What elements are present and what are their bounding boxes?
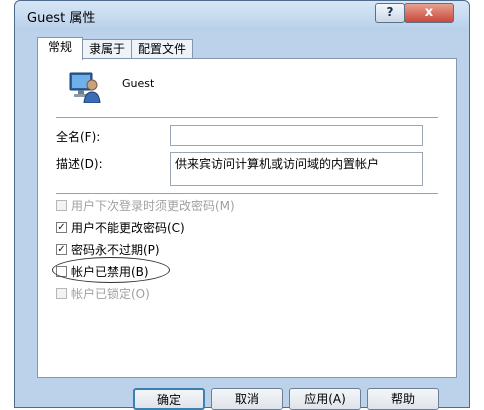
apply-button[interactable]: 应用(A) bbox=[289, 388, 361, 410]
tab-profile[interactable]: 配置文件 bbox=[131, 39, 193, 58]
user-name: Guest bbox=[122, 77, 155, 90]
help-title-button[interactable]: ? bbox=[375, 3, 405, 23]
option-must-change-password[interactable]: 用户下次登录时须更改密码(M) bbox=[56, 197, 235, 213]
divider bbox=[56, 193, 438, 194]
checkbox[interactable] bbox=[56, 287, 67, 299]
option-label: 密码永不过期(P) bbox=[71, 242, 160, 257]
tab-member-of[interactable]: 隶属于 bbox=[82, 39, 132, 58]
close-button[interactable]: x bbox=[404, 3, 454, 23]
checkbox[interactable] bbox=[56, 199, 67, 211]
divider bbox=[56, 117, 438, 118]
option-label: 用户下次登录时须更改密码(M) bbox=[71, 198, 235, 213]
option-label: 帐户已锁定(O) bbox=[71, 286, 150, 301]
fullname-label: 全名(F): bbox=[56, 130, 101, 144]
window-title: Guest 属性 bbox=[27, 11, 96, 26]
user-icon bbox=[69, 72, 101, 103]
checkbox[interactable]: ✓ bbox=[56, 243, 67, 255]
description-label: 描述(D): bbox=[56, 157, 103, 171]
tab-general[interactable]: 常规 bbox=[37, 37, 83, 60]
general-panel: Guest 全名(F): 描述(D): 供来宾访问计算机或访问域的内置帐户 用户… bbox=[37, 58, 457, 378]
option-password-never-expires[interactable]: ✓ 密码永不过期(P) bbox=[56, 241, 160, 257]
ok-button[interactable]: 确定 bbox=[133, 388, 205, 410]
help-button[interactable]: 帮助 bbox=[367, 388, 439, 410]
description-field[interactable]: 供来宾访问计算机或访问域的内置帐户 bbox=[170, 152, 423, 186]
title-bar: Guest 属性 ? x bbox=[15, 1, 469, 31]
option-cannot-change-password[interactable]: ✓ 用户不能更改密码(C) bbox=[56, 219, 185, 235]
option-label: 用户不能更改密码(C) bbox=[71, 220, 185, 235]
highlight-circle bbox=[52, 257, 170, 283]
cancel-button[interactable]: 取消 bbox=[211, 388, 283, 410]
option-account-locked[interactable]: 帐户已锁定(O) bbox=[56, 285, 150, 301]
properties-dialog: Guest 属性 ? x 常规 隶属于 配置文件 Guest 全名(F): 描述… bbox=[14, 0, 470, 410]
checkbox[interactable]: ✓ bbox=[56, 221, 67, 233]
fullname-field[interactable] bbox=[170, 125, 423, 146]
